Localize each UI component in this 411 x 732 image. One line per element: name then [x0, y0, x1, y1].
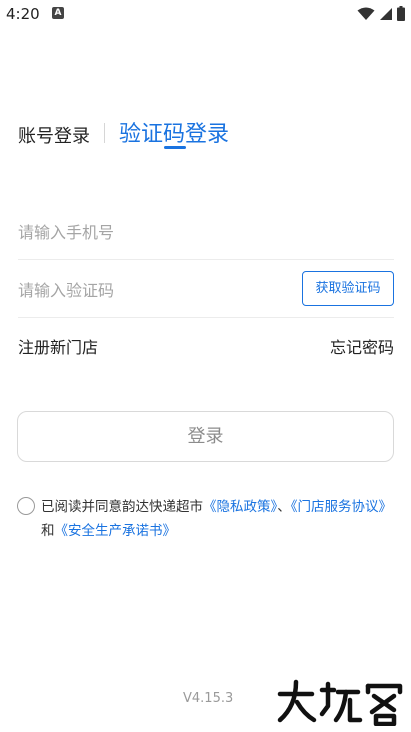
login-button[interactable]: 登录: [17, 411, 394, 462]
forgot-password-link[interactable]: 忘记密码: [330, 334, 394, 358]
get-code-button[interactable]: 获取验证码: [302, 271, 394, 306]
status-time: 4:20: [6, 5, 40, 23]
tab-account-login[interactable]: 账号登录: [18, 122, 90, 148]
watermark-logo: [277, 679, 403, 726]
agreement: 已阅读并同意韵达快递超市《隐私政策》、《门店服务协议》和《安全生产承诺书》: [17, 495, 395, 543]
wifi-icon: [357, 7, 375, 20]
verify-code-input[interactable]: [18, 278, 278, 302]
battery-icon: [397, 6, 405, 21]
safety-commitment-link[interactable]: 《安全生产承诺书》: [55, 523, 177, 539]
signal-icon: [380, 7, 392, 20]
tab-verify-code-login[interactable]: 验证码登录: [119, 116, 229, 148]
agreement-checkbox[interactable]: [17, 497, 35, 515]
agreement-and: 和: [41, 523, 55, 539]
privacy-policy-link[interactable]: 《隐私政策》: [203, 499, 277, 515]
active-tab-indicator: [164, 146, 186, 149]
app-version: V4.15.3: [183, 691, 234, 706]
tab-divider: [104, 123, 105, 143]
code-field: 获取验证码: [18, 264, 394, 318]
status-icons: [357, 6, 405, 21]
account-links: 注册新门店 忘记密码: [18, 332, 394, 358]
notification-icon: A: [52, 7, 64, 19]
agreement-prefix: 已阅读并同意韵达快递超市: [41, 499, 203, 515]
status-bar: 4:20 A: [0, 0, 411, 28]
agreement-separator: 、: [277, 499, 291, 515]
agreement-text: 已阅读并同意韵达快递超市《隐私政策》、《门店服务协议》和《安全生产承诺书》: [17, 495, 395, 543]
phone-input[interactable]: [18, 220, 278, 244]
store-service-agreement-link[interactable]: 《门店服务协议》: [291, 499, 392, 515]
register-store-link[interactable]: 注册新门店: [18, 334, 98, 358]
phone-field: [18, 206, 394, 260]
login-mode-tabs: 账号登录 验证码登录: [18, 112, 398, 160]
